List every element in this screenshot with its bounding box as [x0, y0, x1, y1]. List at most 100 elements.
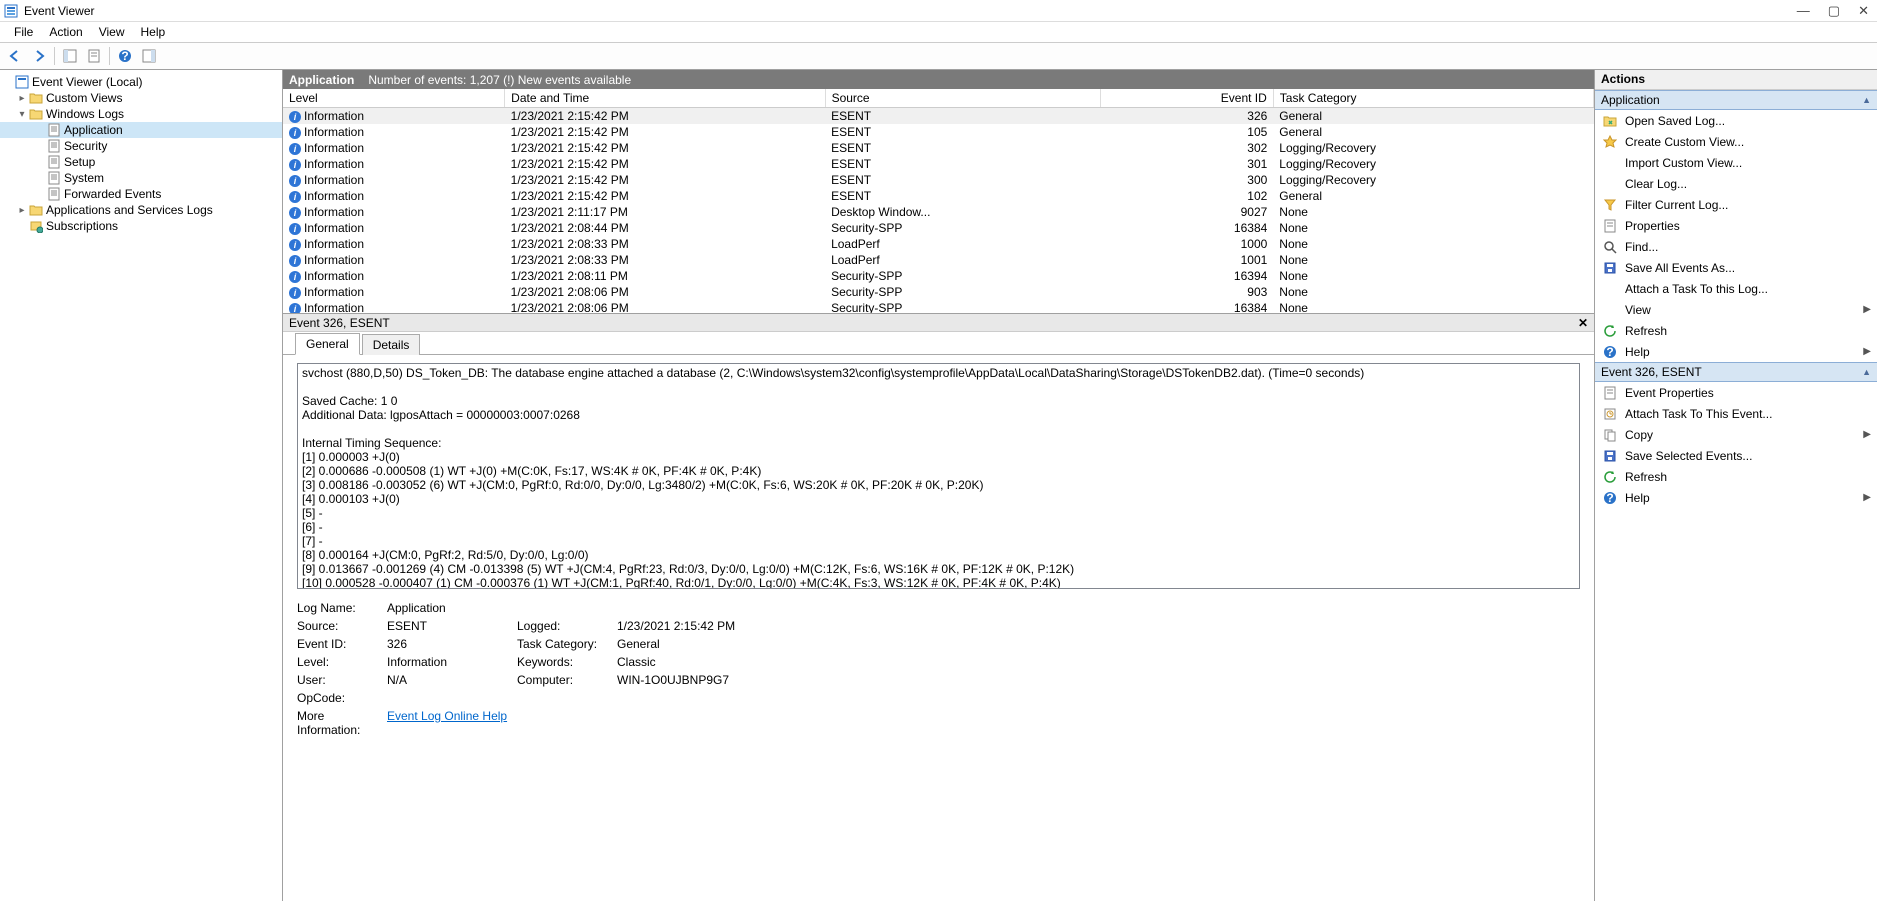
detail-header: Event 326, ESENT ✕: [283, 314, 1594, 332]
column-date-and-time[interactable]: Date and Time: [505, 89, 825, 108]
tree-label: Setup: [64, 155, 95, 169]
action-refresh[interactable]: Refresh: [1595, 466, 1877, 487]
info-icon: i: [289, 111, 301, 123]
event-row[interactable]: iInformation1/23/2021 2:15:42 PMESENT302…: [283, 140, 1594, 156]
action-event-properties[interactable]: Event Properties: [1595, 382, 1877, 403]
tree-node-security[interactable]: Security: [0, 138, 282, 154]
eventid-label: Event ID:: [297, 637, 387, 651]
menu-action[interactable]: Action: [41, 23, 90, 41]
action-attach-task-to-this-event-[interactable]: Attach Task To This Event...: [1595, 403, 1877, 424]
logged-label: Logged:: [517, 619, 617, 633]
tree-node-setup[interactable]: Setup: [0, 154, 282, 170]
menu-file[interactable]: File: [6, 23, 41, 41]
column-level[interactable]: Level: [283, 89, 505, 108]
tab-details[interactable]: Details: [362, 334, 421, 355]
action-label: Refresh: [1625, 324, 1667, 338]
show-hide-action-pane-button[interactable]: [138, 45, 160, 67]
event-row[interactable]: iInformation1/23/2021 2:08:33 PMLoadPerf…: [283, 252, 1594, 268]
refresh-icon: [1601, 469, 1619, 485]
props-icon: [1601, 218, 1619, 234]
tree-node-applications-and-services-logs[interactable]: ▸Applications and Services Logs: [0, 202, 282, 218]
expand-icon[interactable]: ▸: [16, 93, 28, 104]
action-attach-a-task-to-this-log-[interactable]: Attach a Task To this Log...: [1595, 278, 1877, 299]
tree-node-subscriptions[interactable]: Subscriptions: [0, 218, 282, 234]
opcode-label: OpCode:: [297, 691, 387, 705]
close-detail-button[interactable]: ✕: [1578, 316, 1588, 330]
actions-section-event[interactable]: Event 326, ESENT ▲: [1595, 362, 1877, 382]
close-button[interactable]: ✕: [1858, 3, 1869, 19]
action-open-saved-log-[interactable]: Open Saved Log...: [1595, 110, 1877, 131]
expand-icon[interactable]: ▾: [16, 109, 28, 120]
action-view[interactable]: View▶: [1595, 299, 1877, 320]
event-row[interactable]: iInformation1/23/2021 2:15:42 PMESENT102…: [283, 188, 1594, 204]
show-hide-console-tree-button[interactable]: [59, 45, 81, 67]
refresh-icon: [1601, 323, 1619, 339]
event-row[interactable]: iInformation1/23/2021 2:08:33 PMLoadPerf…: [283, 236, 1594, 252]
event-row[interactable]: iInformation1/23/2021 2:15:42 PMESENT301…: [283, 156, 1594, 172]
sub-icon: [28, 218, 44, 234]
properties-button[interactable]: [83, 45, 105, 67]
action-save-selected-events-[interactable]: Save Selected Events...: [1595, 445, 1877, 466]
back-button[interactable]: [4, 45, 26, 67]
action-copy[interactable]: Copy▶: [1595, 424, 1877, 445]
navigation-tree[interactable]: Event Viewer (Local)▸Custom Views▾Window…: [0, 70, 283, 901]
info-icon: i: [289, 239, 301, 251]
event-row[interactable]: iInformation1/23/2021 2:08:06 PMSecurity…: [283, 284, 1594, 300]
action-save-all-events-as-[interactable]: Save All Events As...: [1595, 257, 1877, 278]
event-row[interactable]: iInformation1/23/2021 2:08:11 PMSecurity…: [283, 268, 1594, 284]
tree-node-forwarded-events[interactable]: Forwarded Events: [0, 186, 282, 202]
action-refresh[interactable]: Refresh: [1595, 320, 1877, 341]
detail-title: Event 326, ESENT: [289, 316, 1578, 330]
action-help[interactable]: ?Help▶: [1595, 341, 1877, 362]
svg-text:?: ?: [121, 49, 128, 63]
tree-node-windows-logs[interactable]: ▾Windows Logs: [0, 106, 282, 122]
action-label: Event Properties: [1625, 386, 1714, 400]
tree-node-application[interactable]: Application: [0, 122, 282, 138]
menu-view[interactable]: View: [91, 23, 133, 41]
eventviewer-icon: [14, 74, 30, 90]
info-icon: i: [289, 159, 301, 171]
action-label: Save Selected Events...: [1625, 449, 1752, 463]
event-row[interactable]: iInformation1/23/2021 2:15:42 PMESENT105…: [283, 124, 1594, 140]
event-row[interactable]: iInformation1/23/2021 2:08:44 PMSecurity…: [283, 220, 1594, 236]
event-message[interactable]: svchost (880,D,50) DS_Token_DB: The data…: [297, 363, 1580, 589]
action-clear-log-[interactable]: Clear Log...: [1595, 173, 1877, 194]
level-value: Information: [387, 655, 517, 669]
tree-node-event-viewer-local-[interactable]: Event Viewer (Local): [0, 74, 282, 90]
expand-icon[interactable]: ▸: [16, 205, 28, 216]
forward-button[interactable]: [28, 45, 50, 67]
actions-section-application[interactable]: Application ▲: [1595, 90, 1877, 110]
tree-label: Application: [64, 123, 123, 137]
collapse-icon: ▲: [1862, 367, 1871, 377]
actions-pane: Actions Application ▲ Open Saved Log...C…: [1595, 70, 1877, 901]
action-create-custom-view-[interactable]: Create Custom View...: [1595, 131, 1877, 152]
tree-node-custom-views[interactable]: ▸Custom Views: [0, 90, 282, 106]
customview-icon: [1601, 134, 1619, 150]
action-help[interactable]: ?Help▶: [1595, 487, 1877, 508]
help-button[interactable]: ?: [114, 45, 136, 67]
event-row[interactable]: iInformation1/23/2021 2:15:42 PMESENT326…: [283, 108, 1594, 124]
blank-icon: [1601, 155, 1619, 171]
info-icon: i: [289, 287, 301, 299]
tree-label: Security: [64, 139, 107, 153]
task-icon: [1601, 406, 1619, 422]
tab-general[interactable]: General: [295, 333, 360, 355]
column-source[interactable]: Source: [825, 89, 1101, 108]
event-row[interactable]: iInformation1/23/2021 2:11:17 PMDesktop …: [283, 204, 1594, 220]
collapse-icon: ▲: [1862, 95, 1871, 105]
action-properties[interactable]: Properties: [1595, 215, 1877, 236]
action-filter-current-log-[interactable]: Filter Current Log...: [1595, 194, 1877, 215]
minimize-button[interactable]: —: [1797, 3, 1810, 19]
column-task-category[interactable]: Task Category: [1273, 89, 1593, 108]
moreinfo-label: More Information:: [297, 709, 387, 737]
action-import-custom-view-[interactable]: Import Custom View...: [1595, 152, 1877, 173]
moreinfo-link[interactable]: Event Log Online Help: [387, 709, 517, 737]
event-row[interactable]: iInformation1/23/2021 2:15:42 PMESENT300…: [283, 172, 1594, 188]
event-list[interactable]: LevelDate and TimeSourceEvent IDTask Cat…: [283, 89, 1594, 314]
event-row[interactable]: iInformation1/23/2021 2:08:06 PMSecurity…: [283, 300, 1594, 315]
tree-node-system[interactable]: System: [0, 170, 282, 186]
action-find-[interactable]: Find...: [1595, 236, 1877, 257]
column-event-id[interactable]: Event ID: [1101, 89, 1273, 108]
maximize-button[interactable]: ▢: [1828, 3, 1840, 19]
menu-help[interactable]: Help: [133, 23, 174, 41]
